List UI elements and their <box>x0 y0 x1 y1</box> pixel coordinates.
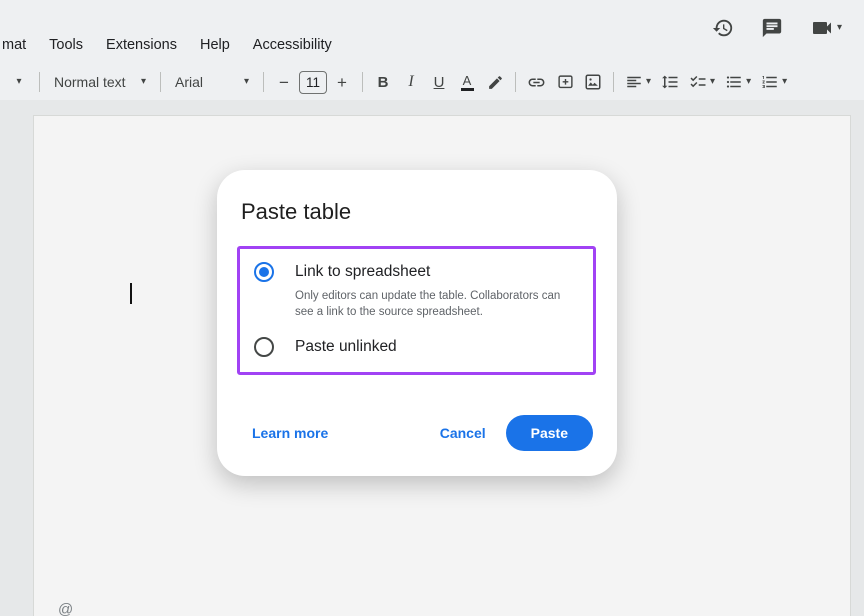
radio-unselected-icon[interactable] <box>254 337 274 357</box>
cancel-button[interactable]: Cancel <box>440 425 486 441</box>
paste-options-group: Link to spreadsheet Only editors can upd… <box>237 246 596 375</box>
option-link-to-spreadsheet[interactable]: Link to spreadsheet <box>240 249 593 282</box>
dialog-actions: Learn more Cancel Paste <box>241 415 593 451</box>
option-label: Paste unlinked <box>295 338 397 356</box>
learn-more-link[interactable]: Learn more <box>252 425 328 441</box>
radio-selected-icon[interactable] <box>254 262 274 282</box>
dialog-title: Paste table <box>217 170 617 225</box>
paste-button[interactable]: Paste <box>506 415 593 451</box>
paste-table-dialog: Paste table Link to spreadsheet Only edi… <box>217 170 617 476</box>
option-paste-unlinked[interactable]: Paste unlinked <box>240 337 593 372</box>
option-label: Link to spreadsheet <box>295 263 430 281</box>
option-description: Only editors can update the table. Colla… <box>295 289 563 320</box>
